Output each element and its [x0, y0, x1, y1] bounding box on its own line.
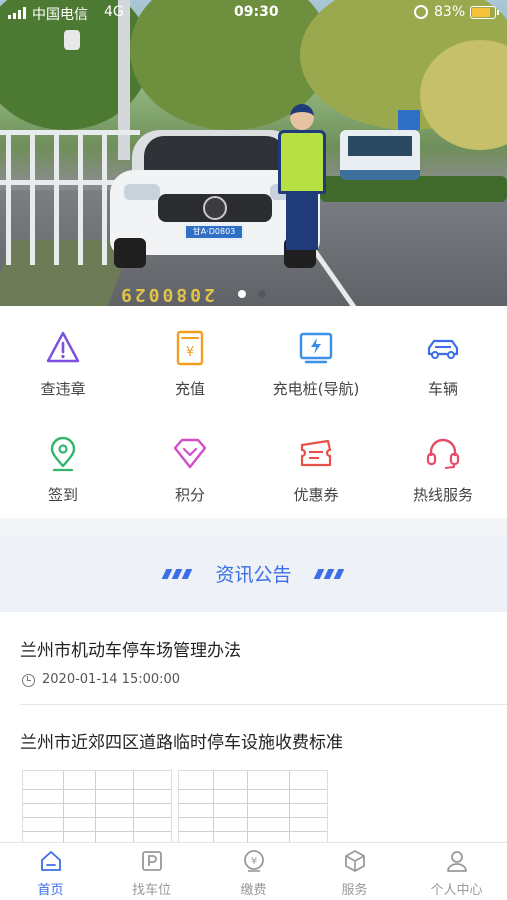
menu-item-violations[interactable]: 查违章	[0, 306, 126, 412]
menu-item-label: 充电桩(导航)	[272, 380, 360, 398]
news-thumbnail[interactable]	[178, 770, 328, 842]
decor-stripes	[313, 569, 348, 579]
road-sign	[398, 110, 420, 130]
parking-icon	[142, 851, 162, 871]
battery-percent: 83%	[434, 4, 466, 20]
tab-label: 首页	[37, 883, 64, 898]
carousel-dot[interactable]	[258, 290, 266, 298]
menu-item-charging-pile[interactable]: 充电桩(导航)	[253, 306, 379, 412]
feature-menu: 查违章 ¥ 充值 充电桩(导航) 车辆 签到 积分 优惠券 热线服务	[0, 306, 507, 518]
bottom-tab-bar: 首页 找车位 ¥ 缴费 服务 个人中心	[0, 842, 507, 900]
signal-icon	[8, 7, 28, 19]
battery-icon	[470, 6, 499, 19]
banner-carousel[interactable]: 甘A·D0803 2080029 中国电信 4G 09:30 83%	[0, 0, 507, 306]
tab-label: 找车位	[131, 883, 171, 898]
warning-triangle-icon	[46, 331, 80, 363]
clock-time: 09:30	[234, 4, 279, 20]
news-section-header: 资讯公告	[0, 536, 507, 612]
news-date: 2020-01-14 15:00:00	[42, 672, 181, 687]
tab-home[interactable]: 首页	[0, 843, 101, 900]
svg-text:¥: ¥	[251, 856, 257, 867]
menu-item-points[interactable]: 积分	[127, 412, 253, 518]
tab-profile[interactable]: 个人中心	[406, 843, 507, 900]
tab-label: 服务	[341, 883, 368, 898]
menu-item-label: 热线服务	[412, 486, 473, 504]
tab-find-parking[interactable]: 找车位	[101, 843, 202, 900]
carousel-dots[interactable]	[238, 290, 278, 298]
parking-attendant	[278, 104, 328, 256]
tab-label: 个人中心	[430, 883, 483, 898]
yen-recharge-icon: ¥	[176, 330, 204, 366]
news-section-title: 资讯公告	[215, 564, 292, 586]
menu-item-label: 积分	[174, 486, 205, 504]
menu-item-label: 充值	[174, 380, 205, 398]
app-screen: 甘A·D0803 2080029 中国电信 4G 09:30 83% 查违章 ¥…	[0, 0, 507, 900]
divider	[20, 704, 507, 705]
menu-item-checkin[interactable]: 签到	[0, 412, 126, 518]
carrier-name: 中国电信	[32, 7, 88, 23]
headset-icon	[426, 438, 460, 469]
box-icon	[345, 850, 365, 872]
news-list: 兰州市机动车停车场管理办法 2020-01-14 15:00:00 兰州市近郊四…	[0, 612, 507, 842]
status-bar: 中国电信 4G 09:30 83%	[0, 0, 507, 26]
user-icon	[447, 851, 467, 872]
coupon-icon	[300, 439, 332, 467]
car-logo	[203, 196, 227, 220]
news-title: 兰州市近郊四区道路临时停车设施收费标准	[20, 733, 343, 753]
network-type: 4G	[104, 4, 124, 20]
license-plate: 甘A·D0803	[184, 224, 244, 240]
news-item[interactable]: 兰州市机动车停车场管理办法 2020-01-14 15:00:00	[0, 612, 507, 704]
location-pin-icon	[50, 436, 76, 472]
tab-label: 缴费	[240, 883, 267, 898]
menu-item-recharge[interactable]: ¥ 充值	[127, 306, 253, 412]
menu-item-label: 车辆	[427, 380, 458, 398]
news-title: 兰州市机动车停车场管理办法	[20, 641, 241, 661]
tab-services[interactable]: 服务	[304, 843, 405, 900]
car-icon	[427, 339, 459, 359]
charging-pile-icon	[299, 332, 333, 364]
bus	[340, 130, 420, 180]
camera	[64, 30, 80, 50]
menu-item-coupon[interactable]: 优惠券	[253, 412, 379, 518]
menu-item-label: 优惠券	[293, 486, 339, 504]
orientation-lock-icon	[414, 5, 428, 19]
home-icon	[41, 851, 61, 871]
clock-icon	[22, 674, 35, 687]
menu-item-vehicle[interactable]: 车辆	[380, 306, 506, 412]
carousel-dot[interactable]	[238, 290, 246, 298]
road-number: 2080029	[118, 284, 215, 305]
menu-item-label: 查违章	[40, 380, 86, 398]
payment-icon: ¥	[244, 850, 264, 872]
menu-item-label: 签到	[47, 486, 78, 504]
svg-text:¥: ¥	[186, 345, 194, 360]
tab-payment[interactable]: ¥ 缴费	[203, 843, 304, 900]
diamond-icon	[173, 438, 207, 469]
menu-item-hotline[interactable]: 热线服务	[380, 412, 506, 518]
news-thumbnail[interactable]	[22, 770, 172, 842]
